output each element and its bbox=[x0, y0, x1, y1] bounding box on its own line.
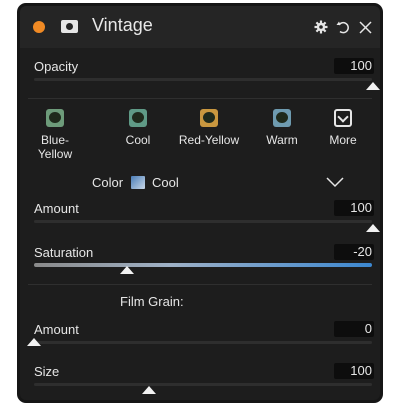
preset-label: Cool bbox=[125, 133, 151, 147]
grain-amount-value[interactable]: 0 bbox=[334, 321, 374, 337]
amount-slider-track[interactable] bbox=[34, 220, 372, 223]
color-row[interactable]: Color Cool bbox=[20, 173, 380, 193]
grain-amount-label: Amount bbox=[34, 322, 79, 337]
gear-icon[interactable] bbox=[314, 20, 328, 34]
preset-label: Warm bbox=[266, 133, 298, 147]
saturation-label: Saturation bbox=[34, 245, 94, 260]
panel-header: Vintage bbox=[20, 6, 380, 48]
saturation-slider-track[interactable] bbox=[34, 263, 372, 267]
close-icon[interactable] bbox=[359, 20, 372, 34]
opacity-value[interactable]: 100 bbox=[334, 58, 374, 74]
saturation-slider-thumb[interactable] bbox=[120, 266, 134, 274]
amount-slider-thumb[interactable] bbox=[366, 224, 380, 232]
divider bbox=[28, 98, 372, 99]
grain-size-slider-track[interactable] bbox=[34, 383, 372, 386]
preset-cool[interactable]: Cool bbox=[118, 109, 158, 147]
preset-label: More bbox=[329, 133, 357, 147]
reset-icon[interactable] bbox=[336, 20, 351, 35]
grain-amount-slider-thumb[interactable] bbox=[27, 338, 41, 346]
preset-blue-yellow[interactable]: Blue-Yellow bbox=[25, 109, 85, 161]
divider bbox=[28, 284, 372, 285]
color-swatch bbox=[131, 176, 145, 189]
vintage-panel: Vintage Opacity 100 Blue-Yellow Cool Red… bbox=[17, 3, 383, 403]
preset-warm[interactable]: Warm bbox=[260, 109, 304, 147]
preset-more[interactable]: More bbox=[321, 109, 365, 147]
amount-value[interactable]: 100 bbox=[334, 200, 374, 216]
tree-thumbnail-icon bbox=[46, 109, 64, 127]
chevron-down-icon[interactable] bbox=[326, 175, 344, 193]
grain-size-label: Size bbox=[34, 364, 60, 379]
chevron-down-box-icon bbox=[334, 109, 352, 127]
preset-red-yellow[interactable]: Red-Yellow bbox=[177, 109, 241, 147]
grain-size-value[interactable]: 100 bbox=[334, 363, 374, 379]
grain-amount-slider-track[interactable] bbox=[34, 341, 372, 344]
tree-thumbnail-icon bbox=[273, 109, 291, 127]
tree-thumbnail-icon bbox=[200, 109, 218, 127]
preset-row: Blue-Yellow Cool Red-Yellow Warm More bbox=[20, 109, 380, 161]
grain-size-slider-thumb[interactable] bbox=[142, 386, 156, 394]
tree-thumbnail-icon bbox=[129, 109, 147, 127]
amount-label: Amount bbox=[34, 201, 79, 216]
color-dropdown-value[interactable]: Cool bbox=[152, 175, 179, 190]
opacity-slider-thumb[interactable] bbox=[366, 82, 380, 90]
color-label: Color bbox=[92, 175, 124, 190]
header-icons bbox=[314, 17, 372, 37]
preset-label: Red-Yellow bbox=[178, 133, 240, 147]
saturation-value[interactable]: -20 bbox=[334, 244, 374, 260]
panel-title: Vintage bbox=[92, 15, 153, 35]
preset-label: Blue-Yellow bbox=[37, 133, 73, 161]
mask-icon[interactable] bbox=[61, 20, 78, 33]
enable-toggle-dot[interactable] bbox=[33, 21, 45, 33]
opacity-label: Opacity bbox=[34, 59, 79, 74]
opacity-slider-track[interactable] bbox=[34, 78, 372, 81]
film-grain-heading: Film Grain: bbox=[120, 294, 184, 309]
